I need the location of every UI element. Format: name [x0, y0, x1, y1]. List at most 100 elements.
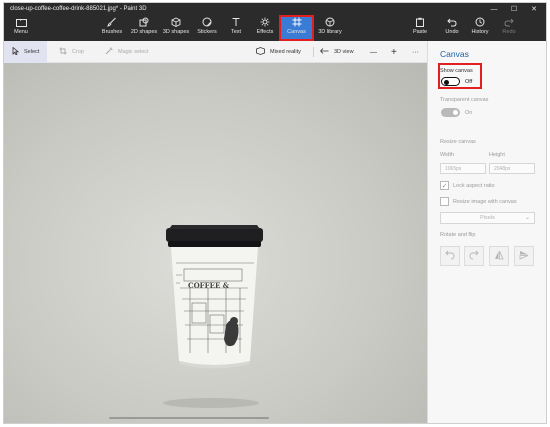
sticker-icon — [200, 16, 214, 28]
cup-text: COFFEE & — [188, 281, 230, 290]
flip-vertical-button[interactable] — [489, 246, 509, 266]
text-icon — [229, 16, 243, 28]
history-button[interactable]: History — [467, 16, 493, 40]
lock-aspect-checkbox[interactable]: ✓ — [440, 181, 449, 190]
toggle-knob — [444, 79, 449, 85]
select-label: Select — [24, 49, 40, 55]
3d-view-label: 3D view — [334, 49, 354, 55]
crop-icon — [59, 47, 67, 57]
paste-button[interactable]: Paste — [409, 16, 431, 40]
tool-brushes-label: Brushes — [101, 29, 123, 35]
title-bar: close-up-coffee-coffee-drink-885021.jpg*… — [4, 3, 546, 15]
tool-2d-shapes-label: 2D shapes — [130, 29, 158, 35]
tool-3d-library[interactable]: 3D library — [314, 16, 346, 40]
window-controls: — ☐ ✕ — [484, 3, 544, 15]
mixed-reality-icon — [256, 47, 265, 57]
tool-effects[interactable]: Effects — [254, 16, 276, 40]
horizontal-scrollbar[interactable] — [109, 417, 269, 419]
units-value: Pixels — [480, 215, 495, 221]
menu-button[interactable]: Menu — [10, 16, 32, 40]
show-canvas-label: Show canvas — [440, 68, 473, 74]
rotate-left-button[interactable] — [440, 246, 460, 266]
undo-icon — [445, 16, 459, 28]
effects-icon — [258, 16, 272, 28]
rotate-left-icon — [445, 250, 455, 262]
tool-text-label: Text — [230, 29, 242, 35]
2d-shapes-icon — [137, 16, 151, 28]
clipboard-icon — [413, 16, 427, 28]
show-canvas-toggle[interactable] — [441, 77, 460, 86]
maximize-button[interactable]: ☐ — [504, 3, 524, 15]
tool-3d-shapes-label: 3D shapes — [162, 29, 190, 35]
transparent-canvas-toggle[interactable] — [441, 108, 460, 117]
redo-icon — [502, 16, 516, 28]
mixed-reality-label: Mixed reality — [270, 49, 301, 55]
units-dropdown[interactable]: Pixels ⌄ — [440, 212, 535, 224]
show-canvas-state: Off — [465, 78, 473, 85]
tool-stickers-label: Stickers — [197, 29, 217, 35]
magic-select-button[interactable]: Magic select — [105, 41, 149, 63]
close-button[interactable]: ✕ — [524, 3, 544, 15]
rotate-right-icon — [469, 250, 479, 262]
width-field[interactable]: 1065px — [440, 163, 486, 174]
cube-icon — [169, 16, 183, 28]
toggle-knob — [453, 110, 458, 115]
coffee-cup-image — [163, 225, 263, 408]
more-options-button[interactable]: ··· — [412, 41, 419, 63]
tool-effects-label: Effects — [256, 29, 274, 35]
tool-text[interactable]: Text — [226, 16, 246, 40]
resize-image-checkbox[interactable] — [440, 197, 449, 206]
height-field[interactable]: 2048px — [489, 163, 535, 174]
resize-image-label: Resize image with canvas — [453, 199, 517, 205]
magic-wand-icon — [105, 47, 113, 57]
select-button[interactable]: Select — [4, 41, 48, 63]
zoom-out-button[interactable]: — — [370, 41, 377, 63]
height-label: Height — [489, 152, 505, 158]
crop-button[interactable]: Crop — [59, 41, 84, 63]
magic-select-label: Magic select — [118, 49, 149, 55]
crop-label: Crop — [72, 49, 84, 55]
transparent-canvas-label: Transparent canvas — [440, 97, 489, 103]
tool-2d-shapes[interactable]: 2D shapes — [128, 16, 160, 40]
chevron-down-icon: ⌄ — [524, 215, 530, 221]
canvas-tool-highlight — [279, 15, 314, 41]
flip-horizontal-button[interactable] — [514, 246, 534, 266]
undo-button[interactable]: Undo — [442, 16, 462, 40]
rotate-right-button[interactable] — [464, 246, 484, 266]
redo-label: Redo — [502, 29, 516, 35]
3d-view-button[interactable]: 3D view — [320, 41, 354, 63]
command-bar: Select Crop Magic select Mixed reality 3… — [4, 41, 427, 63]
folder-icon — [14, 16, 28, 28]
flip-horizontal-icon — [519, 250, 529, 262]
window-title: close-up-coffee-coffee-drink-885021.jpg*… — [10, 6, 147, 12]
lock-aspect-label: Lock aspect ratio — [453, 183, 495, 189]
width-label: Width — [440, 152, 455, 158]
header: close-up-coffee-coffee-drink-885021.jpg*… — [4, 3, 546, 41]
brush-icon — [105, 16, 119, 28]
transparent-canvas-state: On — [465, 109, 473, 116]
paint3d-window: close-up-coffee-coffee-drink-885021.jpg*… — [3, 2, 547, 424]
history-icon — [473, 16, 487, 28]
cursor-icon — [12, 46, 20, 57]
undo-label: Undo — [445, 29, 459, 35]
zoom-in-button[interactable]: + — [391, 41, 397, 63]
divider — [313, 47, 314, 57]
paste-label: Paste — [412, 29, 428, 35]
minimize-button[interactable]: — — [484, 3, 504, 15]
tool-stickers[interactable]: Stickers — [194, 16, 220, 40]
redo-button[interactable]: Redo — [499, 16, 519, 40]
menu-label: Menu — [14, 29, 28, 35]
resize-canvas-label: Resize canvas — [440, 139, 476, 145]
history-label: History — [471, 29, 489, 35]
tool-3d-shapes[interactable]: 3D shapes — [160, 16, 192, 40]
3d-view-icon — [320, 47, 329, 57]
3d-library-icon — [323, 16, 337, 28]
tool-brushes[interactable]: Brushes — [99, 16, 125, 40]
canvas-panel: Canvas Show canvas Off Transparent canva… — [427, 41, 546, 423]
panel-title: Canvas — [440, 49, 469, 59]
canvas-area[interactable]: COFFEE & — [4, 63, 427, 423]
flip-vertical-icon — [494, 250, 504, 262]
tool-3d-library-label: 3D library — [318, 29, 342, 35]
mixed-reality-button[interactable]: Mixed reality — [256, 41, 301, 63]
rotate-flip-label: Rotate and flip — [440, 232, 476, 238]
